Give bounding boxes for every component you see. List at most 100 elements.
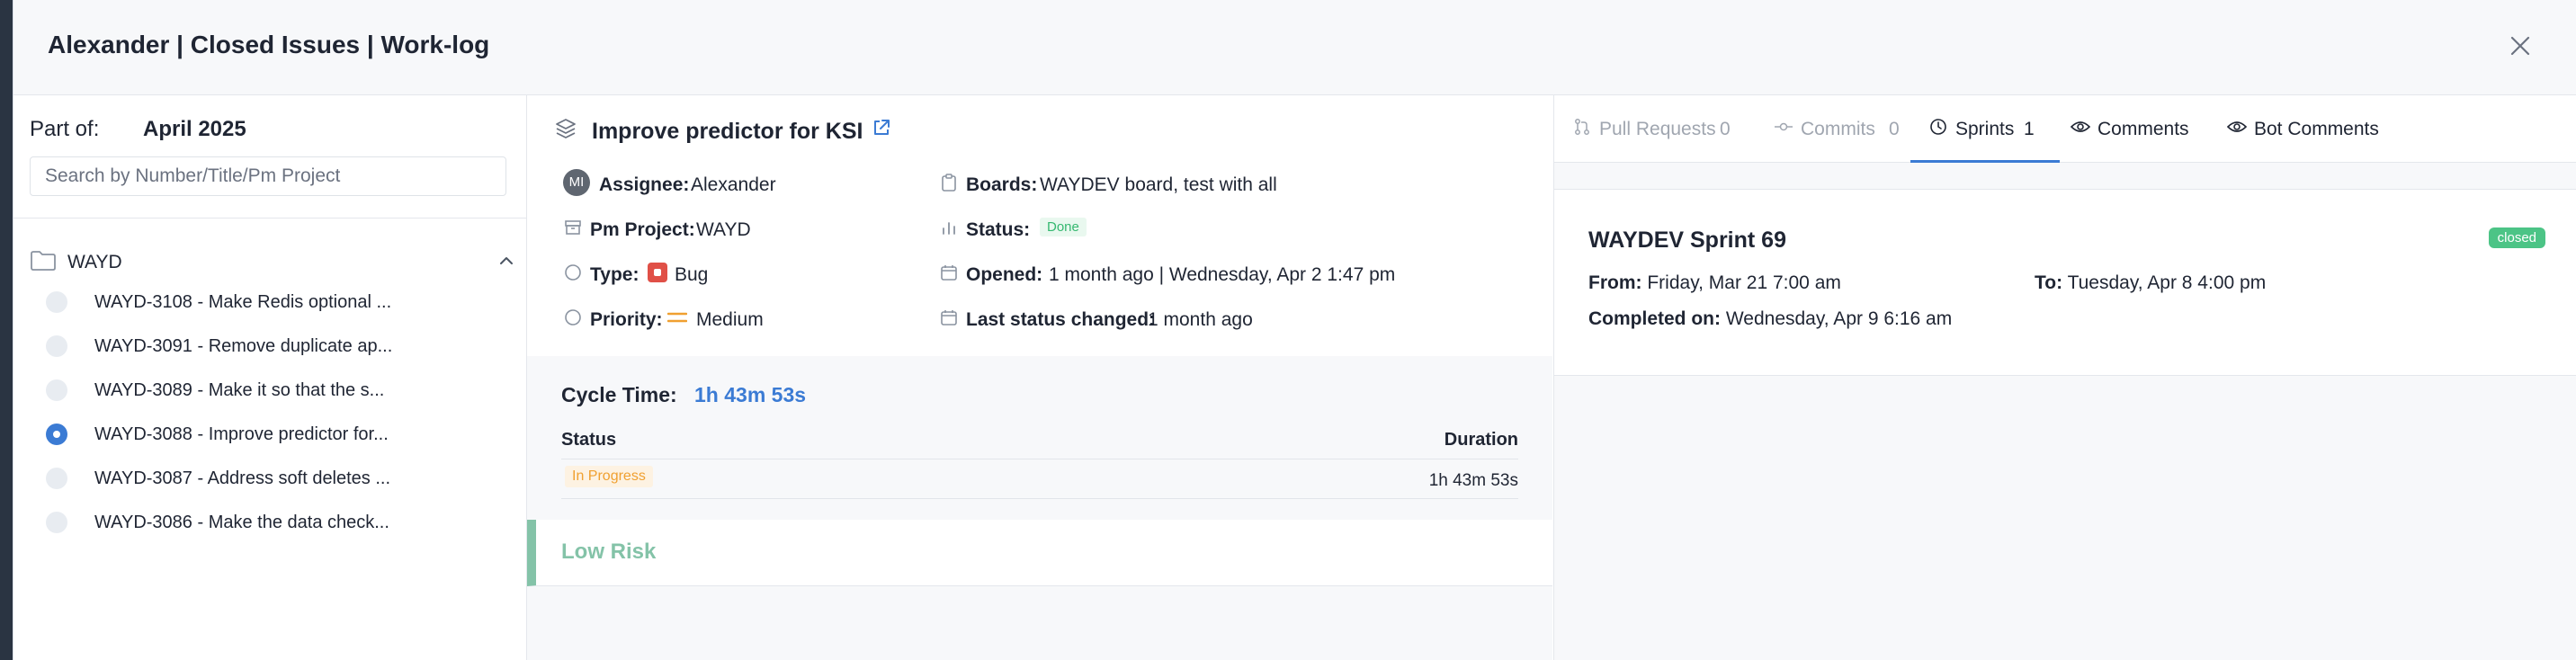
- issue-radio[interactable]: [46, 379, 67, 401]
- tab-count: 0: [1889, 119, 1900, 139]
- assignee-label: Assignee:: [599, 174, 690, 195]
- column-header-status: Status: [561, 430, 617, 450]
- type-value: Bug: [675, 264, 709, 285]
- layers-icon: [556, 119, 576, 138]
- circle-icon: [565, 264, 581, 281]
- bug-icon: [648, 263, 667, 282]
- external-link-icon[interactable]: [871, 117, 892, 138]
- pm-project-label: Pm Project:: [590, 219, 695, 240]
- last-status-value: 1 month ago: [1148, 309, 1253, 330]
- priority-value: Medium: [696, 309, 764, 330]
- avatar: MI: [563, 169, 590, 196]
- eye-icon: [2071, 121, 2090, 132]
- tab-comments[interactable]: Comments: [2071, 95, 2196, 162]
- sprint-status-badge: closed: [2488, 227, 2545, 248]
- issues-sidebar: Part of: April 2025 WAYD WAYD-3108 - Mak…: [13, 95, 527, 660]
- clipboard-icon: [942, 174, 956, 192]
- boards-field: Boards: WAYDEV board, test with all: [939, 167, 1533, 200]
- sprint-completed-value: Wednesday, Apr 9 6:16 am: [1725, 308, 1953, 329]
- calendar-icon: [941, 265, 957, 281]
- issue-list-item[interactable]: WAYD-3086 - Make the data check...: [46, 506, 514, 539]
- issue-details-card: Improve predictor for KSI MI Assignee: A…: [527, 95, 1552, 356]
- issue-details-panel: Improve predictor for KSI MI Assignee: A…: [527, 95, 1552, 660]
- modal-header: Alexander | Closed Issues | Work-log: [13, 0, 2576, 95]
- sprint-from-value: Friday, Mar 21 7:00 am: [1647, 272, 1841, 293]
- type-field: Type: Bug: [563, 257, 905, 290]
- risk-label: Low Risk: [561, 540, 657, 564]
- close-icon: [2510, 36, 2530, 56]
- status-badge-in-progress: In Progress: [565, 466, 653, 487]
- divider: [13, 218, 526, 219]
- tab-count: 1: [2024, 119, 2035, 139]
- status-label: Status:: [966, 219, 1031, 240]
- duration-value: 1h 43m 53s: [1428, 471, 1518, 490]
- activity-panel: Pull Requests 0 Commits 0 Sprints 1 Comm…: [1553, 95, 2576, 660]
- tab-commits[interactable]: Commits 0: [1774, 95, 1909, 162]
- status-field: Status: Done: [939, 212, 1533, 245]
- cycle-time-label: Cycle Time:: [561, 383, 677, 406]
- tab-sprints[interactable]: Sprints 1: [1910, 95, 2060, 163]
- last-status-label: Last status changed:: [966, 309, 1156, 330]
- assignee-field: MI Assignee: Alexander: [563, 167, 905, 200]
- sprint-completed-label: Completed on:: [1588, 308, 1721, 329]
- issue-radio[interactable]: [46, 335, 67, 357]
- issue-radio-selected[interactable]: [46, 424, 67, 445]
- sprint-from-label: From:: [1588, 272, 1642, 293]
- group-header-wayd[interactable]: WAYD: [30, 245, 515, 281]
- chevron-up-icon[interactable]: [497, 254, 515, 268]
- priority-label: Priority:: [590, 309, 663, 330]
- issue-radio[interactable]: [46, 468, 67, 489]
- sprint-completed: Completed on: Wednesday, Apr 9 6:16 am: [1588, 308, 1952, 330]
- issue-radio[interactable]: [46, 291, 67, 313]
- boards-value: WAYDEV board, test with all: [1040, 174, 1277, 195]
- last-status-field: Last status changed: 1 month ago: [939, 302, 1533, 334]
- pull-request-icon: [1575, 119, 1589, 135]
- search-input[interactable]: [30, 156, 506, 196]
- calendar-icon: [941, 310, 957, 326]
- issue-title: WAYD-3087 - Address soft deletes ...: [94, 468, 391, 488]
- issue-title: WAYD-3108 - Make Redis optional ...: [94, 292, 392, 312]
- issue-title: WAYD-3088 - Improve predictor for...: [94, 424, 389, 444]
- tab-label: Bot Comments: [2254, 119, 2379, 139]
- issue-list-item[interactable]: WAYD-3091 - Remove duplicate ap...: [46, 330, 514, 362]
- tab-label: Pull Requests: [1599, 119, 1716, 139]
- archive-icon: [565, 220, 581, 235]
- sprint-from: From: Friday, Mar 21 7:00 am: [1588, 272, 1841, 294]
- priority-field: Priority: Medium: [563, 302, 905, 334]
- opened-value: 1 month ago | Wednesday, Apr 2 1:47 pm: [1049, 264, 1396, 285]
- divider: [561, 498, 1518, 499]
- close-button[interactable]: [2507, 32, 2534, 59]
- cycle-time-value: 1h 43m 53s: [694, 383, 807, 406]
- issue-title: Improve predictor for KSI: [592, 119, 863, 144]
- tab-bot-comments[interactable]: Bot Comments: [2227, 95, 2398, 162]
- sprint-card: WAYDEV Sprint 69 closed From: Friday, Ma…: [1554, 189, 2576, 376]
- group-label: WAYD: [67, 252, 122, 272]
- tab-label: Commits: [1801, 119, 1875, 139]
- modal-title: Alexander | Closed Issues | Work-log: [48, 31, 490, 58]
- issue-title: WAYD-3086 - Make the data check...: [94, 513, 389, 532]
- status-badge: Done: [1040, 218, 1087, 236]
- sprint-to: To: Tuesday, Apr 8 4:00 pm: [2035, 272, 2266, 294]
- worklog-modal: Alexander | Closed Issues | Work-log Par…: [13, 0, 2576, 660]
- opened-label: Opened:: [966, 264, 1043, 285]
- tab-pull-requests[interactable]: Pull Requests 0: [1572, 95, 1743, 162]
- medium-priority-icon: [667, 312, 687, 323]
- folder-icon: [31, 251, 56, 271]
- pm-project-value: WAYD: [696, 219, 751, 240]
- issue-list-item[interactable]: WAYD-3089 - Make it so that the s...: [46, 374, 514, 406]
- clock-icon: [1930, 119, 1946, 135]
- tab-count: 0: [1720, 119, 1731, 139]
- commit-icon: [1775, 122, 1793, 131]
- issue-list-item[interactable]: WAYD-3087 - Address soft deletes ...: [46, 462, 514, 495]
- cycle-time-section: Cycle Time: 1h 43m 53s Status Duration I…: [527, 356, 1552, 518]
- issue-list-item[interactable]: WAYD-3108 - Make Redis optional ...: [46, 286, 514, 318]
- issue-title: WAYD-3089 - Make it so that the s...: [94, 380, 385, 400]
- type-label: Type:: [590, 264, 640, 285]
- issue-title: WAYD-3091 - Remove duplicate ap...: [94, 336, 393, 356]
- sprint-name: WAYDEV Sprint 69: [1588, 227, 1786, 253]
- tab-label: Sprints: [1955, 119, 2015, 139]
- sprint-to-value: Tuesday, Apr 8 4:00 pm: [2067, 272, 2267, 293]
- issue-list-item-selected[interactable]: WAYD-3088 - Improve predictor for...: [46, 418, 514, 450]
- sprint-to-label: To:: [2035, 272, 2063, 293]
- issue-radio[interactable]: [46, 512, 67, 533]
